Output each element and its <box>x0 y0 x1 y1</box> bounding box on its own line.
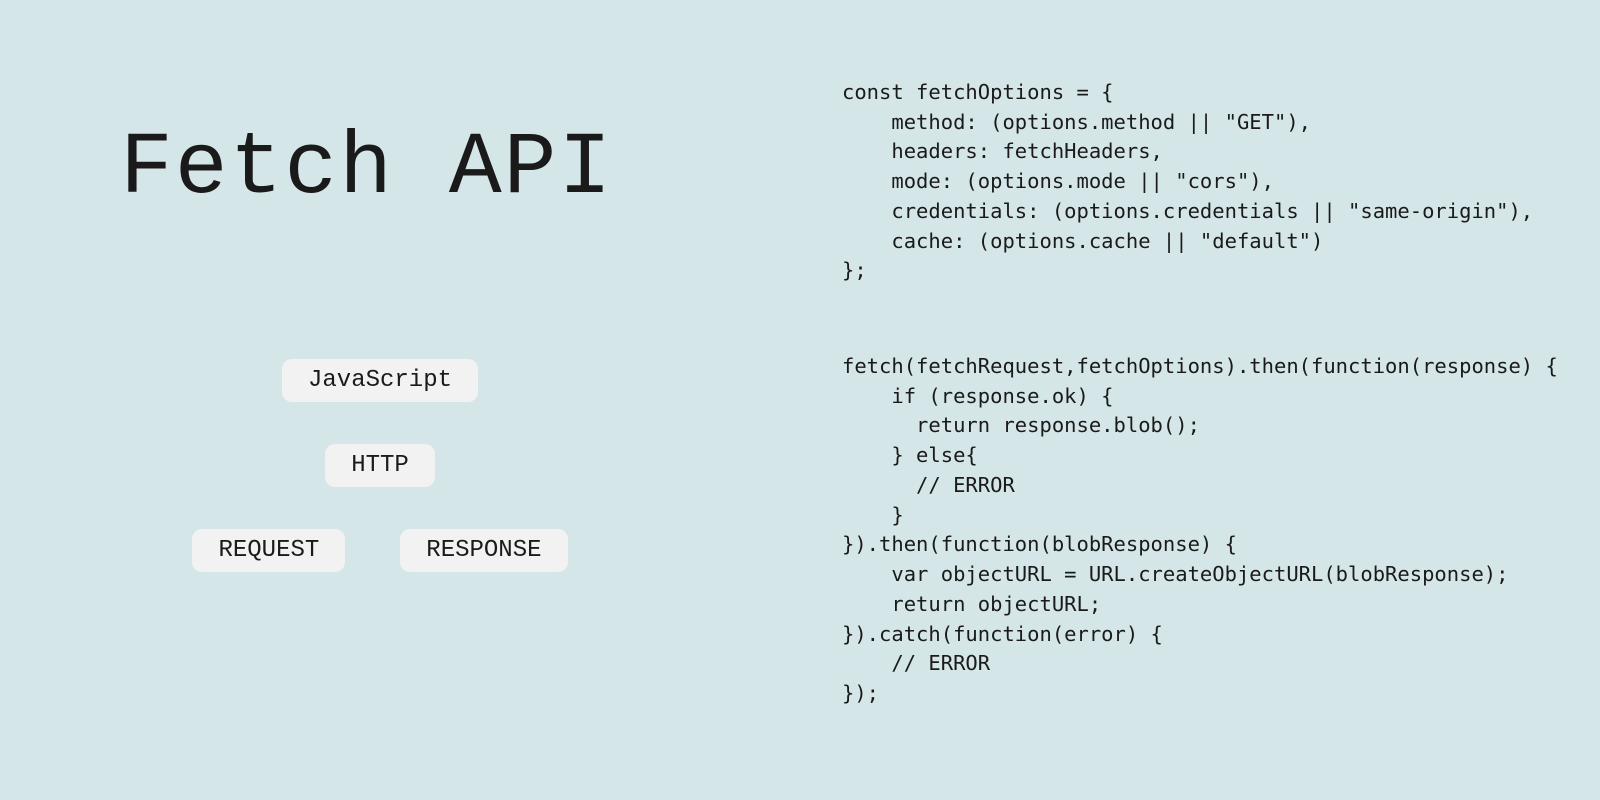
left-panel: Fetch API JavaScript HTTP REQUEST RESPON… <box>0 0 832 800</box>
tag-row-2: HTTP <box>325 444 435 487</box>
tag-request: REQUEST <box>192 529 345 572</box>
tag-row-1: JavaScript <box>282 359 478 402</box>
tag-response: RESPONSE <box>400 529 567 572</box>
page-title: Fetch API <box>120 120 832 219</box>
code-block-fetch-options: const fetchOptions = { method: (options.… <box>842 78 1560 286</box>
tag-row-3: REQUEST RESPONSE <box>192 529 567 572</box>
tag-javascript: JavaScript <box>282 359 478 402</box>
code-block-fetch-call: fetch(fetchRequest,fetchOptions).then(fu… <box>842 352 1560 709</box>
right-panel: const fetchOptions = { method: (options.… <box>832 0 1600 800</box>
tag-http: HTTP <box>325 444 435 487</box>
tag-container: JavaScript HTTP REQUEST RESPONSE <box>160 359 600 572</box>
